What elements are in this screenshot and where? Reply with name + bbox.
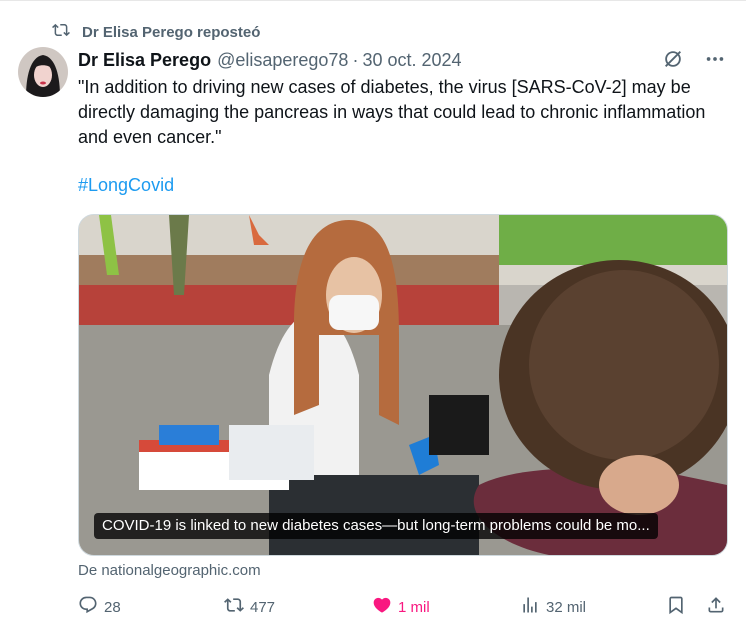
post-date[interactable]: 30 oct. 2024 bbox=[362, 50, 461, 71]
like-count: 1 mil bbox=[398, 598, 430, 616]
more-icon[interactable] bbox=[704, 48, 726, 75]
repost-icon bbox=[52, 21, 70, 43]
action-bar: 28 477 1 mil 32 mil bbox=[78, 596, 728, 618]
bookmark-button[interactable] bbox=[666, 596, 686, 618]
reply-button[interactable]: 28 bbox=[78, 596, 121, 618]
top-divider bbox=[0, 0, 746, 1]
repost-icon bbox=[224, 595, 244, 619]
separator-dot: · bbox=[352, 49, 359, 70]
author-handle[interactable]: @elisaperego78 bbox=[217, 50, 348, 71]
views-count: 32 mil bbox=[546, 598, 587, 616]
repost-count: 477 bbox=[250, 598, 276, 616]
media-caption: COVID-19 is linked to new diabetes cases… bbox=[94, 513, 658, 539]
views-button[interactable]: 32 mil bbox=[520, 596, 586, 618]
share-icon bbox=[706, 595, 726, 619]
like-button[interactable]: 1 mil bbox=[372, 596, 430, 618]
tweet-header: Dr Elisa Perego @elisaperego78 · 30 oct.… bbox=[78, 48, 726, 72]
views-icon bbox=[520, 595, 540, 619]
avatar[interactable] bbox=[18, 47, 68, 97]
like-icon bbox=[372, 595, 392, 619]
link-source[interactable]: De nationalgeographic.com bbox=[78, 562, 261, 579]
hashtag-link[interactable]: #LongCovid bbox=[78, 175, 174, 196]
reply-icon bbox=[78, 595, 98, 619]
tweet-text: "In addition to driving new cases of dia… bbox=[78, 77, 706, 147]
repost-indicator[interactable]: Dr Elisa Perego reposteó bbox=[52, 22, 260, 42]
share-button[interactable] bbox=[706, 596, 726, 618]
grok-icon[interactable] bbox=[662, 48, 684, 75]
reply-count: 28 bbox=[104, 598, 121, 616]
author-name[interactable]: Dr Elisa Perego bbox=[78, 50, 211, 71]
link-card-image[interactable] bbox=[78, 214, 728, 556]
repost-label: Dr Elisa Perego reposteó bbox=[82, 23, 261, 41]
bookmark-icon bbox=[666, 595, 686, 619]
repost-button[interactable]: 477 bbox=[224, 596, 275, 618]
